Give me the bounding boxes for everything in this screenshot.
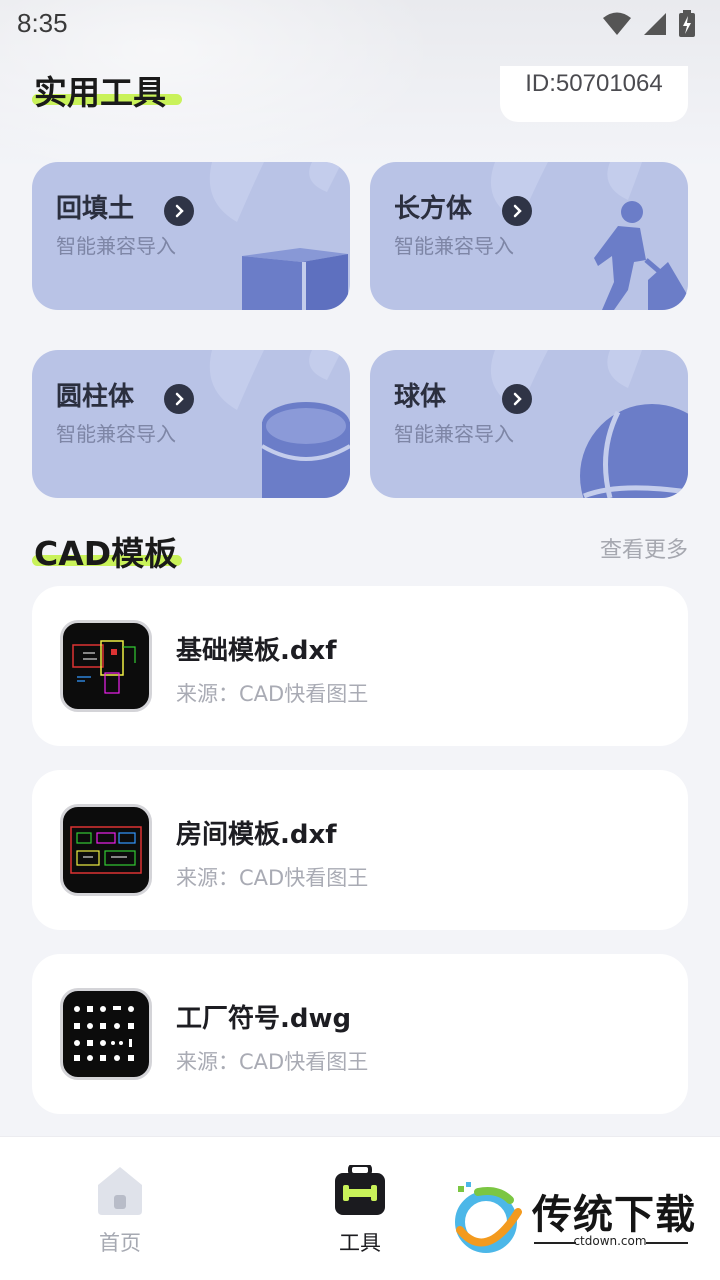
template-item[interactable]: 基础模板.dxf 来源：CAD快看图王 (32, 586, 688, 746)
cellular-signal-icon (644, 13, 666, 35)
watermark-url: ctdown.com (573, 1234, 647, 1248)
home-icon (98, 1167, 142, 1215)
tool-subtitle: 智能兼容导入 (394, 234, 514, 258)
chevron-right-icon (164, 384, 194, 414)
tool-name: 球体 (394, 382, 447, 412)
template-source: 来源：CAD快看图王 (176, 866, 369, 890)
tool-subtitle: 智能兼容导入 (56, 422, 176, 446)
cad-thumbnail (60, 804, 152, 896)
status-time: 8:35 (17, 8, 68, 38)
template-item[interactable]: 房间模板.dxf 来源：CAD快看图王 (32, 770, 688, 930)
user-id-badge: ID:50701064 (500, 66, 688, 122)
template-name: 基础模板.dxf (176, 636, 337, 666)
tool-name: 回填土 (56, 194, 135, 224)
template-source: 来源：CAD快看图王 (176, 1050, 369, 1074)
status-bar: 8:35 (0, 0, 720, 50)
chevron-right-icon (164, 196, 194, 226)
worker-shovel-icon (594, 201, 688, 310)
page-title: 实用工具 (34, 73, 166, 112)
tool-subtitle: 智能兼容导入 (394, 422, 514, 446)
watermark-logo: 传统下载 ctdown.com (448, 1182, 698, 1262)
sphere-icon (580, 404, 688, 498)
tool-subtitle: 智能兼容导入 (56, 234, 176, 258)
tool-card-backfill[interactable]: 回填土 智能兼容导入 (32, 162, 350, 310)
view-more-link[interactable]: 查看更多 (600, 532, 688, 564)
template-item[interactable]: 工厂符号.dwg 来源：CAD快看图王 (32, 954, 688, 1114)
cube-icon (242, 248, 348, 310)
template-source: 来源：CAD快看图王 (176, 682, 369, 706)
cad-thumbnail (60, 620, 152, 712)
chevron-right-icon (502, 196, 532, 226)
tool-card-sphere[interactable]: 球体 智能兼容导入 (370, 350, 688, 498)
status-icons (602, 10, 696, 38)
cad-thumbnail (60, 988, 152, 1080)
nav-label: 工具 (339, 1231, 381, 1255)
template-name: 房间模板.dxf (176, 820, 337, 850)
tool-card-cuboid[interactable]: 长方体 智能兼容导入 (370, 162, 688, 310)
toolbox-icon (335, 1163, 385, 1215)
divider (646, 1242, 688, 1244)
tool-card-cylinder[interactable]: 圆柱体 智能兼容导入 (32, 350, 350, 498)
cylinder-icon (260, 402, 350, 498)
battery-charging-icon (679, 10, 695, 37)
tools-page: 8:35 实用工具 ID:50701064 回填土 智能兼容导入 长方体 智能兼… (0, 0, 720, 1280)
download-site-logo-icon (455, 1182, 522, 1253)
tool-name: 长方体 (394, 194, 473, 224)
watermark-text: 传统下载 (532, 1192, 696, 1238)
templates-title: CAD模板 (34, 534, 178, 573)
tool-name: 圆柱体 (56, 382, 135, 412)
nav-item-home[interactable]: 首页 (60, 1165, 180, 1257)
wifi-icon (603, 12, 631, 35)
chevron-right-icon (502, 384, 532, 414)
template-name: 工厂符号.dwg (176, 1004, 352, 1034)
nav-label: 首页 (99, 1231, 141, 1255)
nav-item-tools[interactable]: 工具 (300, 1163, 420, 1257)
